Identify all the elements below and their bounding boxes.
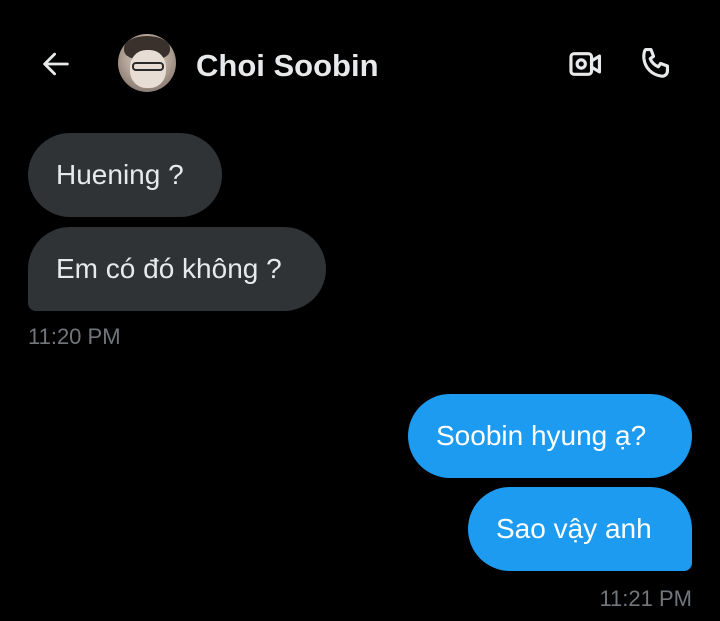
back-button[interactable] [36, 44, 76, 84]
phone-icon [642, 47, 670, 78]
message-text: Em có đó không ? [56, 253, 282, 284]
message-text: Soobin hyung ạ? [436, 420, 647, 451]
message-text: Sao vậy anh [496, 513, 652, 544]
avatar[interactable] [118, 34, 176, 92]
outgoing-message[interactable]: Sao vậy anh [468, 487, 692, 571]
incoming-message[interactable]: Em có đó không ? [28, 227, 326, 311]
contact-name[interactable]: Choi Soobin [196, 44, 379, 88]
message-timestamp: 11:21 PM [599, 586, 692, 611]
outgoing-message[interactable]: Soobin hyung ạ? [408, 394, 692, 478]
incoming-message[interactable]: Huening ? [28, 133, 222, 217]
message-timestamp: 11:20 PM [28, 324, 121, 349]
arrow-left-icon [43, 52, 69, 76]
message-text: Huening ? [56, 159, 184, 190]
conversation-header: Choi Soobin [0, 0, 720, 130]
video-camera-icon [569, 52, 602, 76]
voice-call-button[interactable] [636, 42, 678, 84]
video-call-button[interactable] [566, 44, 606, 84]
